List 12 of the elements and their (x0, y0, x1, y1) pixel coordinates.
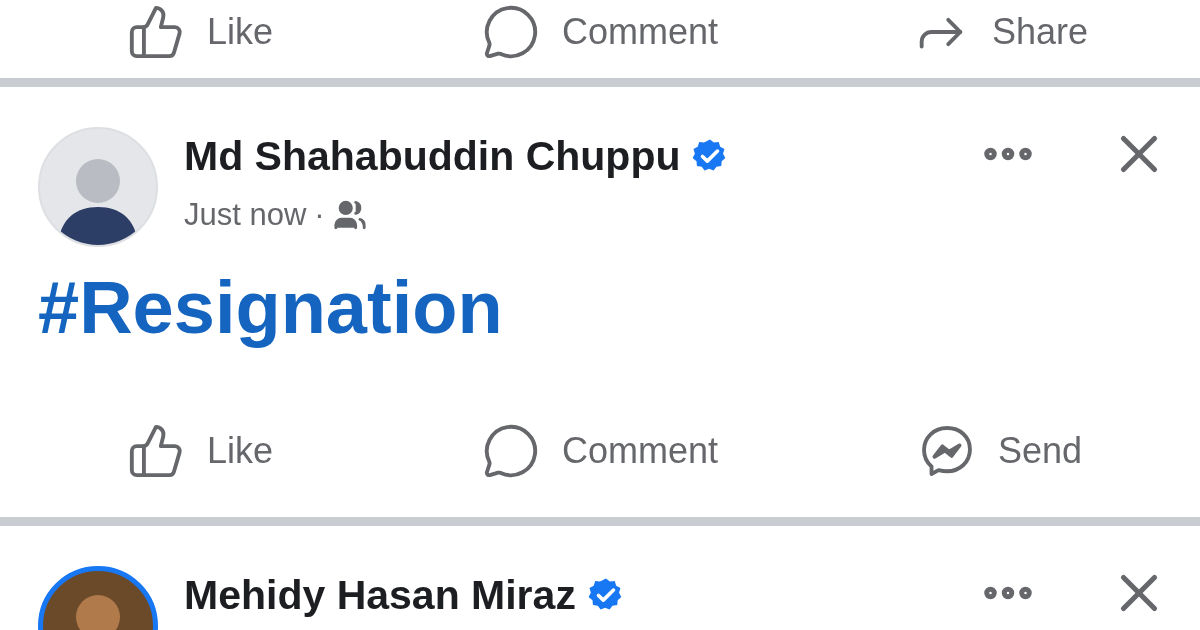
send-button[interactable]: Send (800, 415, 1200, 487)
like-button[interactable]: Like (0, 0, 400, 68)
people-icon (332, 198, 367, 232)
share-button[interactable]: Share (800, 0, 1200, 68)
author-name[interactable]: Mehidy Hasan Miraz (184, 571, 576, 619)
post-text[interactable]: #Resignation (38, 266, 503, 349)
like-button[interactable]: Like (0, 415, 400, 487)
comment-button[interactable]: Comment (400, 415, 800, 487)
separator-dot: · (314, 197, 325, 233)
author-name[interactable]: Md Shahabuddin Chuppu (184, 132, 681, 180)
comment-button[interactable]: Comment (400, 0, 800, 68)
post-time: Just now (184, 197, 307, 233)
